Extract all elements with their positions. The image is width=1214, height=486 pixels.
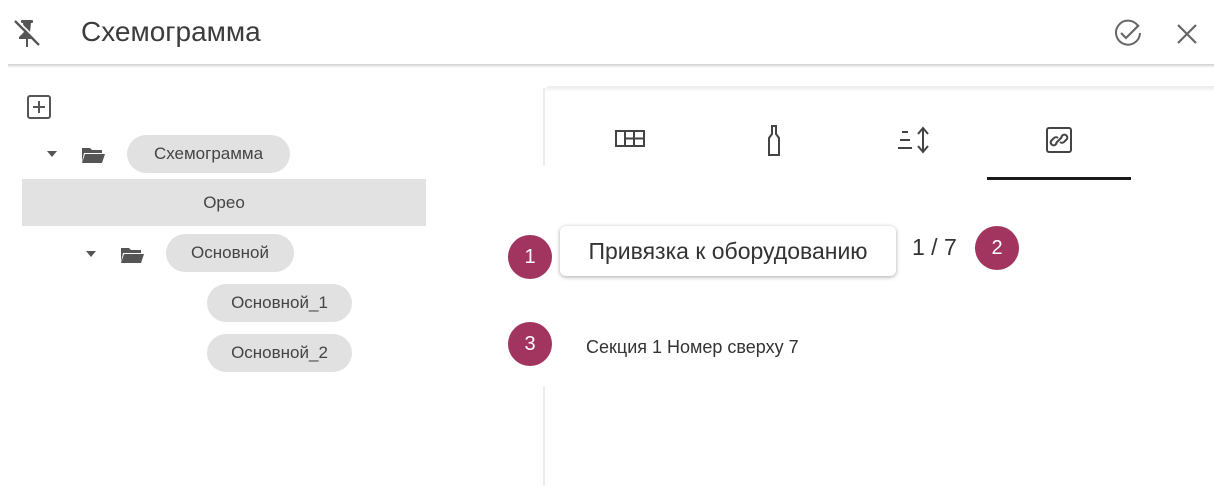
callout-badge-2: 2: [975, 226, 1019, 270]
tab-link[interactable]: [989, 110, 1129, 180]
bind-equipment-button[interactable]: Привязка к оборудованию: [560, 226, 896, 276]
bottle-icon: [768, 125, 780, 156]
tab-grid[interactable]: [560, 110, 700, 180]
tree-node-oreo-selected[interactable]: Орео: [22, 179, 426, 226]
dialog-title: Схемограмма: [81, 16, 261, 47]
expand-arrow-icon[interactable]: [83, 248, 99, 260]
folder-open-icon: [121, 248, 144, 263]
check-circle-icon[interactable]: [1112, 17, 1144, 49]
binding-counter: 1 / 7: [912, 234, 957, 260]
tree-node-osnovnoy-1[interactable]: Основной_1: [207, 284, 352, 322]
panel-divider: [543, 88, 545, 166]
panel-top-edge: [544, 86, 1214, 92]
tab-sort-height[interactable]: [846, 110, 986, 180]
callout-badge-3: 3: [508, 322, 552, 366]
expand-arrow-icon[interactable]: [44, 148, 60, 160]
header-shadow: [8, 64, 1214, 68]
close-icon[interactable]: [1172, 19, 1202, 49]
link-icon: [1046, 127, 1072, 153]
section-position-text: Секция 1 Номер сверху 7: [586, 337, 799, 357]
tree-node-schemogram[interactable]: Схемограмма: [127, 135, 290, 173]
pin-off-icon[interactable]: [10, 16, 44, 50]
tree-node-osnovnoy-2[interactable]: Основной_2: [207, 334, 352, 372]
panel-divider: [543, 386, 545, 486]
sort-height-icon: [898, 126, 929, 154]
tree-node-label: Орео: [203, 193, 245, 212]
grid-icon: [615, 130, 645, 147]
active-tab-indicator: [987, 177, 1131, 180]
tab-bottle[interactable]: [704, 110, 844, 180]
add-box-icon[interactable]: [26, 94, 52, 120]
tree-node-osnovnoy[interactable]: Основной: [166, 234, 294, 272]
callout-badge-1: 1: [508, 235, 552, 279]
folder-open-icon: [82, 148, 105, 163]
